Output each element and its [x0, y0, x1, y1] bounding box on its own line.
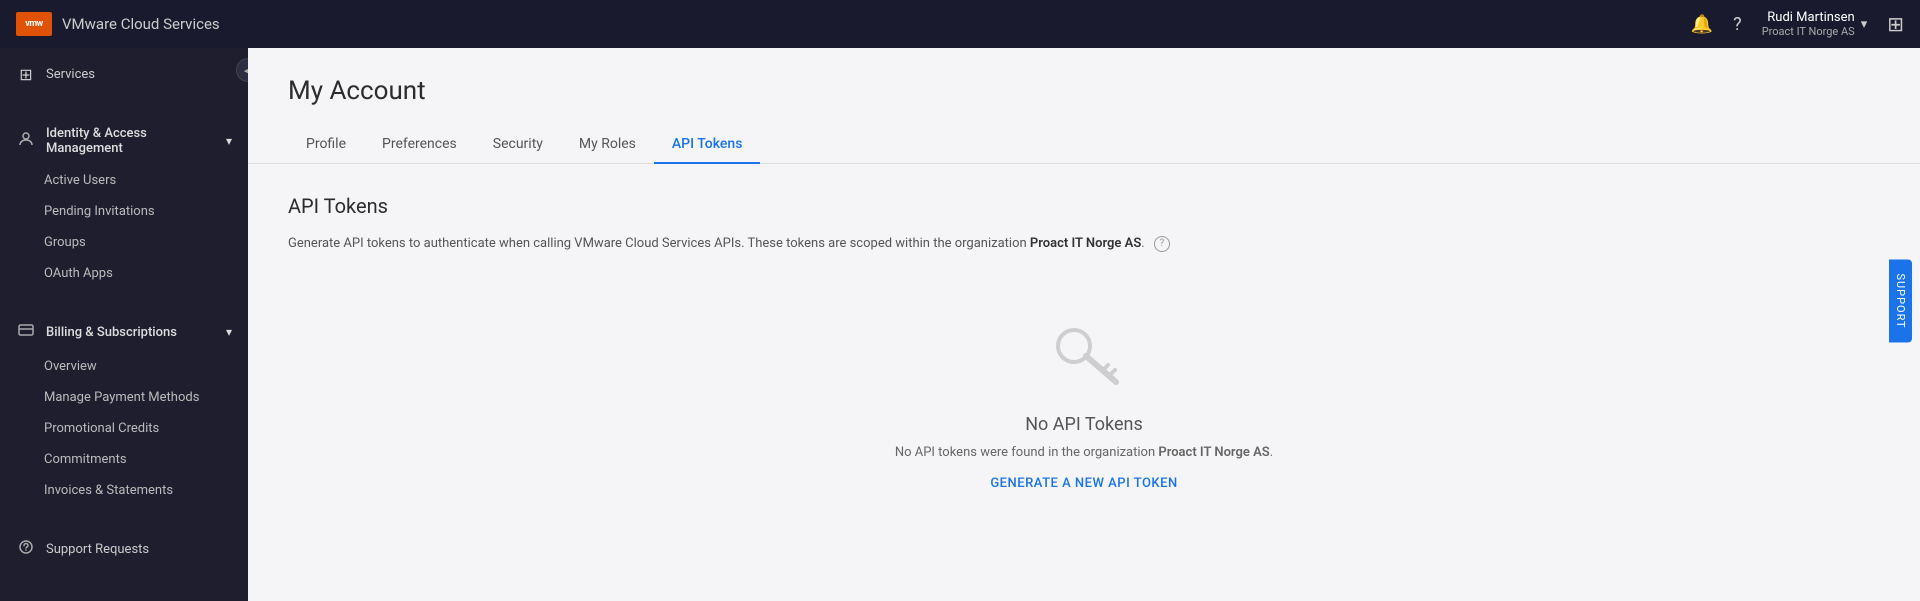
pending-invitations-label: Pending Invitations [44, 204, 155, 219]
sidebar-group-identity[interactable]: Identity & Access Management ▾ [0, 117, 248, 165]
empty-desc-prefix: No API tokens were found in the organiza… [895, 445, 1159, 460]
help-circle-icon[interactable]: ? [1154, 236, 1170, 252]
sidebar-item-promotional[interactable]: Promotional Credits [0, 413, 248, 444]
groups-label: Groups [44, 235, 86, 250]
apps-grid-icon[interactable]: ⊞ [1887, 12, 1904, 36]
sidebar-section-support: Support Requests [0, 522, 248, 576]
description-text: Generate API tokens to authenticate when… [288, 234, 1880, 254]
bell-icon[interactable]: 🔔 [1691, 14, 1713, 35]
sidebar-item-pending-invitations[interactable]: Pending Invitations [0, 196, 248, 227]
user-info: Rudi Martinsen Proact IT Norge AS [1762, 10, 1855, 38]
tab-preferences[interactable]: Preferences [364, 126, 475, 164]
topbar: vmw VMware Cloud Services 🔔 ? Rudi Marti… [0, 0, 1920, 48]
user-menu[interactable]: Rudi Martinsen Proact IT Norge AS ▾ [1762, 10, 1868, 38]
help-icon[interactable]: ? [1733, 14, 1742, 35]
sidebar-item-invoices[interactable]: Invoices & Statements [0, 475, 248, 506]
tab-my-roles[interactable]: My Roles [561, 126, 654, 164]
commitments-label: Commitments [44, 452, 127, 467]
key-icon [1044, 314, 1124, 394]
user-name: Rudi Martinsen [1762, 10, 1855, 25]
topbar-left: vmw VMware Cloud Services [16, 12, 220, 36]
billing-icon [16, 322, 36, 342]
sidebar-item-overview[interactable]: Overview [0, 351, 248, 382]
tab-security[interactable]: Security [475, 126, 561, 164]
sidebar-item-oauth-apps[interactable]: OAuth Apps [0, 258, 248, 289]
promotional-label: Promotional Credits [44, 421, 159, 436]
billing-chevron: ▾ [226, 325, 232, 339]
sidebar-item-services[interactable]: ⊞ Services [0, 56, 248, 93]
org-name-inline: Proact IT Norge AS [1030, 236, 1141, 251]
identity-group-label: Identity & Access Management [46, 126, 216, 156]
sidebar-section-insights: Insights ▸ [0, 584, 248, 601]
oauth-apps-label: OAuth Apps [44, 266, 113, 281]
app-name: VMware Cloud Services [62, 15, 220, 33]
user-org: Proact IT Norge AS [1762, 25, 1855, 38]
empty-org-name: Proact IT Norge AS [1158, 445, 1269, 460]
empty-state-description: No API tokens were found in the organiza… [895, 445, 1273, 460]
overview-label: Overview [44, 359, 97, 374]
section-title: API Tokens [288, 194, 1880, 218]
vmware-logo[interactable]: vmw [16, 12, 52, 36]
empty-desc-suffix: . [1270, 445, 1273, 460]
sidebar-item-manage-payment[interactable]: Manage Payment Methods [0, 382, 248, 413]
active-users-label: Active Users [44, 173, 116, 188]
sidebar-item-groups[interactable]: Groups [0, 227, 248, 258]
user-chevron: ▾ [1861, 17, 1868, 32]
main-content: My Account Profile Preferences Security … [248, 48, 1920, 601]
tab-profile[interactable]: Profile [288, 126, 364, 164]
sidebar-item-label: Services [46, 67, 95, 82]
support-icon [16, 539, 36, 559]
content-area: API Tokens Generate API tokens to authen… [248, 164, 1920, 551]
sidebar-section-services: ⊞ Services [0, 48, 248, 101]
identity-icon [16, 131, 36, 151]
tabs-bar: Profile Preferences Security My Roles AP… [248, 126, 1920, 164]
support-side-tab[interactable]: SUPPORT [1889, 259, 1912, 342]
empty-state-title: No API Tokens [1025, 414, 1143, 435]
services-icon: ⊞ [16, 65, 36, 84]
sidebar-group-billing[interactable]: Billing & Subscriptions ▾ [0, 313, 248, 351]
sidebar-group-insights[interactable]: Insights ▸ [0, 592, 248, 601]
sidebar-section-identity: Identity & Access Management ▾ Active Us… [0, 109, 248, 297]
sidebar-item-commitments[interactable]: Commitments [0, 444, 248, 475]
billing-group-label: Billing & Subscriptions [46, 325, 177, 340]
page-title: My Account [288, 76, 1880, 106]
generate-token-link[interactable]: GENERATE A NEW API TOKEN [990, 476, 1177, 491]
sidebar-section-billing: Billing & Subscriptions ▾ Overview Manag… [0, 305, 248, 514]
topbar-right: 🔔 ? Rudi Martinsen Proact IT Norge AS ▾ … [1691, 10, 1904, 38]
sidebar: ◀ ⊞ Services Identity & Access Managemen… [0, 48, 248, 601]
support-label: Support Requests [46, 542, 149, 557]
invoices-label: Invoices & Statements [44, 483, 173, 498]
sidebar-item-active-users[interactable]: Active Users [0, 165, 248, 196]
manage-payment-label: Manage Payment Methods [44, 390, 199, 405]
key-icon-container [1044, 314, 1124, 398]
main-layout: ◀ ⊞ Services Identity & Access Managemen… [0, 0, 1920, 601]
description-suffix: . [1141, 236, 1144, 251]
sidebar-item-support[interactable]: Support Requests [0, 530, 248, 568]
page-header: My Account [248, 48, 1920, 106]
tab-api-tokens[interactable]: API Tokens [654, 126, 761, 164]
empty-state: No API Tokens No API tokens were found i… [288, 294, 1880, 521]
identity-chevron: ▾ [226, 134, 232, 148]
description-prefix: Generate API tokens to authenticate when… [288, 236, 1030, 251]
